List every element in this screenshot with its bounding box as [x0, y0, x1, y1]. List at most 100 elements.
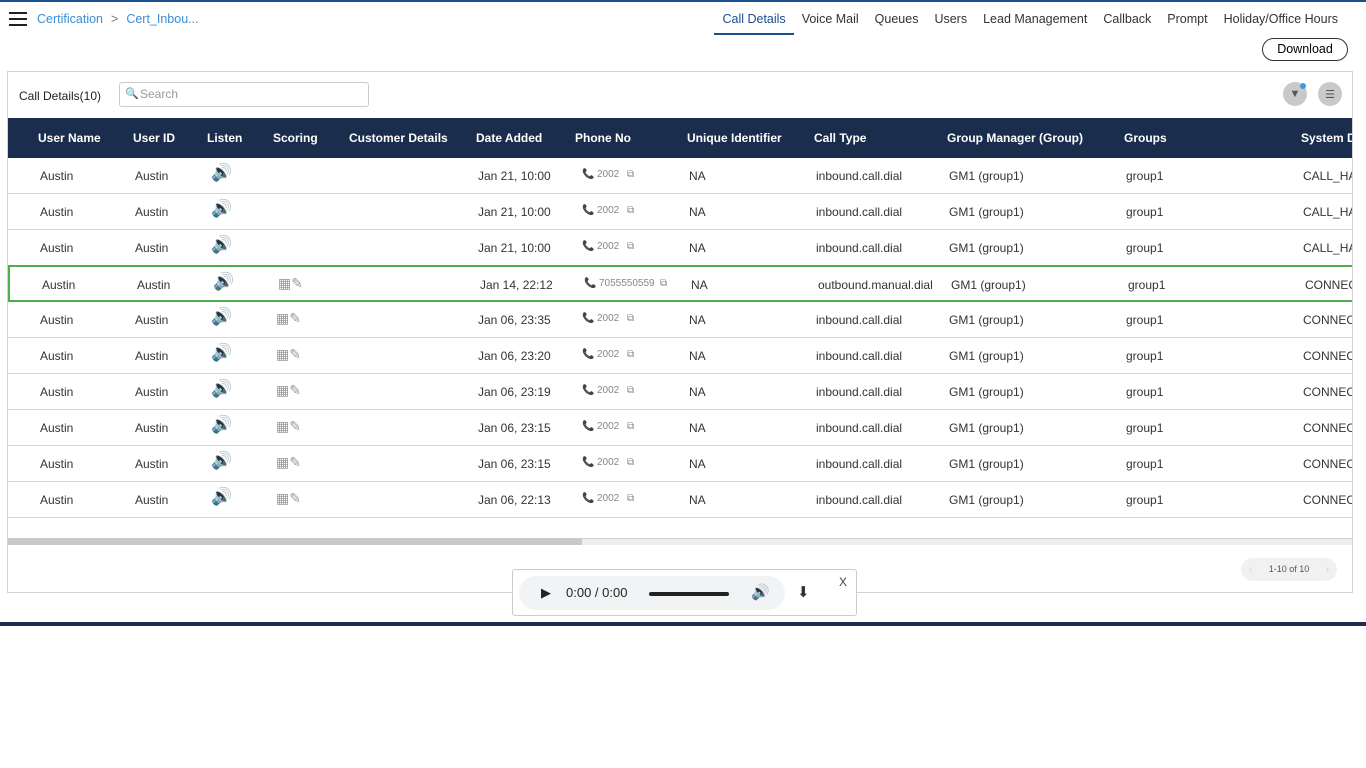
close-player-button[interactable]: X — [839, 575, 847, 589]
column-header[interactable]: User ID — [133, 131, 175, 145]
system-disposition: CONNECT — [1303, 349, 1352, 363]
column-header[interactable]: System D — [1301, 131, 1352, 145]
download-audio-icon[interactable]: ⬇ — [797, 583, 810, 601]
scoring-icon[interactable]: ▦✎ — [276, 454, 301, 471]
group-manager: GM1 (group1) — [949, 205, 1024, 219]
copy-icon[interactable]: ⧉ — [627, 205, 634, 216]
phone-icon: 📞 — [582, 169, 595, 180]
tab-callback[interactable]: Callback — [1095, 12, 1159, 35]
copy-icon[interactable]: ⧉ — [627, 313, 634, 324]
call-type: inbound.call.dial — [816, 385, 903, 399]
column-header[interactable]: Date Added — [476, 131, 542, 145]
scoring-icon[interactable]: ▦✎ — [276, 346, 301, 363]
scoring-icon[interactable]: ▦✎ — [276, 382, 301, 399]
column-list-button[interactable]: ☰ — [1318, 82, 1342, 106]
column-header[interactable]: Groups — [1124, 131, 1167, 145]
call-type: inbound.call.dial — [816, 241, 903, 255]
tab-bar: Call Details Voice Mail Queues Users Lead Ma… — [714, 12, 1346, 35]
search-input[interactable]: 🔍 Search — [119, 82, 369, 107]
play-icon[interactable]: ▶ — [541, 585, 551, 601]
date-added: Jan 06, 23:15 — [478, 457, 551, 471]
copy-icon[interactable]: ⧉ — [627, 385, 634, 396]
speaker-icon[interactable]: 🔊 — [211, 307, 232, 327]
phone-number: 2002 — [597, 205, 620, 216]
table-row[interactable]: Austin Austin 🔊 ▦✎ Jan 06, 23:20 📞 2002 ⧉ NA inbo… — [8, 338, 1352, 374]
table-title: Call Details(10) — [19, 89, 102, 103]
speaker-icon[interactable]: 🔊 — [213, 272, 234, 292]
unique-identifier: NA — [689, 421, 706, 435]
scrollbar-thumb[interactable] — [8, 539, 582, 545]
unique-identifier: NA — [689, 205, 706, 219]
table-row[interactable]: Austin Austin 🔊 ▦✎ Jan 06, 23:15 📞 2002 ⧉ NA inbo… — [8, 446, 1352, 482]
phone-number: 2002 — [597, 457, 620, 468]
date-added: Jan 06, 23:15 — [478, 421, 551, 435]
phone-icon: 📞 — [582, 421, 595, 432]
scoring-icon[interactable]: ▦✎ — [278, 275, 303, 292]
system-disposition: CONNECT — [1303, 385, 1352, 399]
tab-queues[interactable]: Queues — [867, 12, 927, 35]
column-header[interactable]: Listen — [207, 131, 242, 145]
table-row[interactable]: Austin Austin 🔊 Jan 21, 10:00 📞 2002 ⧉ NA inboun… — [8, 230, 1352, 266]
tab-users[interactable]: Users — [926, 12, 975, 35]
column-header[interactable]: Customer Details — [349, 131, 448, 145]
table-row[interactable]: Austin Austin 🔊 Jan 21, 10:00 📞 2002 ⧉ NA inboun… — [8, 158, 1352, 194]
breadcrumb-certification[interactable]: Certification — [37, 12, 103, 26]
speaker-icon[interactable]: 🔊 — [211, 451, 232, 471]
table-row[interactable]: Austin Austin 🔊 ▦✎ Jan 14, 22:12 📞 7055550559 ⧉… — [8, 265, 1352, 302]
speaker-icon[interactable]: 🔊 — [211, 487, 232, 507]
filter-active-dot — [1300, 83, 1306, 89]
groups: group1 — [1126, 493, 1164, 507]
copy-icon[interactable]: ⧉ — [627, 457, 634, 468]
copy-icon[interactable]: ⧉ — [627, 241, 634, 252]
tab-holiday-office-hours[interactable]: Holiday/Office Hours — [1216, 12, 1346, 35]
date-added: Jan 21, 10:00 — [478, 205, 551, 219]
scoring-icon[interactable]: ▦✎ — [276, 490, 301, 507]
user-id: Austin — [135, 421, 169, 435]
date-added: Jan 14, 22:12 — [480, 278, 553, 292]
column-header[interactable]: User Name — [38, 131, 101, 145]
column-header[interactable]: Group Manager (Group) — [947, 131, 1083, 145]
table-row[interactable]: Austin Austin 🔊 Jan 21, 10:00 📞 2002 ⧉ NA inboun… — [8, 194, 1352, 230]
filter-button[interactable]: ▼ — [1283, 82, 1307, 106]
column-header[interactable]: Unique Identifier — [687, 131, 782, 145]
system-disposition: CONNECT — [1303, 493, 1352, 507]
table-row[interactable]: Austin Austin 🔊 ▦✎ Jan 06, 22:13 📞 2002 ⧉ NA inbo… — [8, 482, 1352, 518]
copy-icon[interactable]: ⧉ — [627, 493, 634, 504]
pagination-label: 1-10 of 10 — [1268, 564, 1310, 574]
speaker-icon[interactable]: 🔊 — [211, 379, 232, 399]
date-added: Jan 21, 10:00 — [478, 169, 551, 183]
scoring-icon[interactable]: ▦✎ — [276, 418, 301, 435]
bottom-bar — [0, 622, 1366, 626]
next-page-icon[interactable]: › — [1326, 558, 1329, 581]
groups: group1 — [1126, 169, 1164, 183]
breadcrumb-current[interactable]: Cert_Inbou... — [126, 12, 198, 26]
column-header[interactable]: Phone No — [575, 131, 631, 145]
volume-icon[interactable]: 🔊 — [751, 583, 770, 601]
column-header[interactable]: Scoring — [273, 131, 318, 145]
tab-voice-mail[interactable]: Voice Mail — [794, 12, 867, 35]
copy-icon[interactable]: ⧉ — [627, 421, 634, 432]
hamburger-menu-icon[interactable] — [9, 12, 27, 26]
speaker-icon[interactable]: 🔊 — [211, 415, 232, 435]
table-row[interactable]: Austin Austin 🔊 ▦✎ Jan 06, 23:15 📞 2002 ⧉ NA inbo… — [8, 410, 1352, 446]
speaker-icon[interactable]: 🔊 — [211, 343, 232, 363]
tab-prompt[interactable]: Prompt — [1159, 12, 1215, 35]
pagination: ‹ 1-10 of 10 › — [1241, 558, 1337, 581]
column-header[interactable]: Call Type — [814, 131, 866, 145]
phone-icon: 📞 — [582, 205, 595, 216]
copy-icon[interactable]: ⧉ — [627, 349, 634, 360]
copy-icon[interactable]: ⧉ — [660, 278, 667, 289]
copy-icon[interactable]: ⧉ — [627, 169, 634, 180]
user-id: Austin — [137, 278, 171, 292]
table-row[interactable]: Austin Austin 🔊 ▦✎ Jan 06, 23:35 📞 2002 ⧉ NA inbo… — [8, 302, 1352, 338]
tab-call-details[interactable]: Call Details — [714, 12, 794, 35]
phone-icon: 📞 — [582, 493, 595, 504]
prev-page-icon[interactable]: ‹ — [1249, 558, 1252, 581]
tab-lead-management[interactable]: Lead Management — [975, 12, 1095, 35]
horizontal-scrollbar[interactable] — [8, 538, 1352, 545]
table-row[interactable]: Austin Austin 🔊 ▦✎ Jan 06, 23:19 📞 2002 ⧉ NA inbo… — [8, 374, 1352, 410]
groups: group1 — [1126, 457, 1164, 471]
scoring-icon[interactable]: ▦✎ — [276, 310, 301, 327]
progress-slider[interactable] — [649, 592, 729, 596]
download-button[interactable]: Download — [1262, 38, 1348, 61]
